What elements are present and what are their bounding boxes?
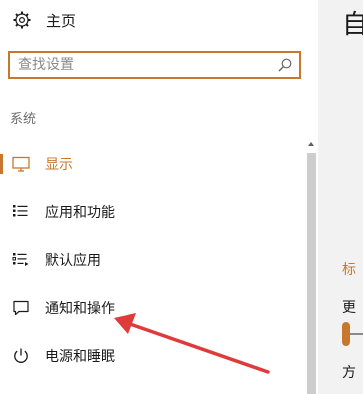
power-icon: [14, 348, 28, 363]
nav-item-power-sleep[interactable]: 电源和睡眠: [0, 332, 300, 380]
nav-item-label: 电源和睡眠: [45, 349, 115, 365]
nav-item-label: 显示: [45, 157, 73, 173]
nav-item-notifications-actions[interactable]: 通知和操作: [0, 284, 300, 332]
notification-icon: [13, 300, 29, 316]
slider-thumb[interactable]: [342, 322, 350, 346]
home-label: 主页: [46, 11, 77, 30]
nav-item-label: 应用和功能: [45, 205, 115, 221]
settings-nav-list: 显示 应用和功能 默认应用 通知和操作 电源和睡眠: [0, 140, 300, 380]
content-setting-label: 更: [342, 300, 356, 316]
sidebar-scrollbar[interactable]: [304, 140, 318, 394]
settings-window: 主页 系统 显示: [0, 0, 363, 394]
slider-track[interactable]: [350, 333, 363, 335]
scale-slider[interactable]: [342, 322, 363, 346]
home-nav-item[interactable]: 主页: [12, 8, 76, 32]
monitor-icon: [12, 156, 30, 172]
content-setting-label-2: 方: [342, 365, 356, 381]
content-link[interactable]: 标: [342, 259, 356, 279]
scroll-up-arrow-icon[interactable]: [307, 140, 315, 148]
gear-icon: [13, 11, 31, 29]
search-icon[interactable]: [277, 57, 293, 73]
nav-item-apps-features[interactable]: 应用和功能: [0, 188, 300, 236]
content-page-title: 自: [342, 10, 363, 40]
scrollbar-thumb[interactable]: [307, 153, 316, 394]
nav-item-label: 默认应用: [45, 253, 101, 269]
nav-item-display[interactable]: 显示: [0, 140, 300, 188]
apps-list-icon: [13, 205, 28, 217]
active-indicator: [0, 154, 3, 174]
settings-sidebar: 主页 系统 显示: [0, 0, 318, 394]
content-pane: 自 标 更 方: [318, 0, 363, 394]
nav-item-label: 通知和操作: [45, 301, 115, 317]
search-box[interactable]: [8, 51, 301, 79]
nav-item-default-apps[interactable]: 默认应用: [0, 236, 300, 284]
section-header: 系统: [10, 112, 37, 127]
default-apps-icon: [12, 253, 29, 266]
search-input[interactable]: [10, 54, 277, 76]
